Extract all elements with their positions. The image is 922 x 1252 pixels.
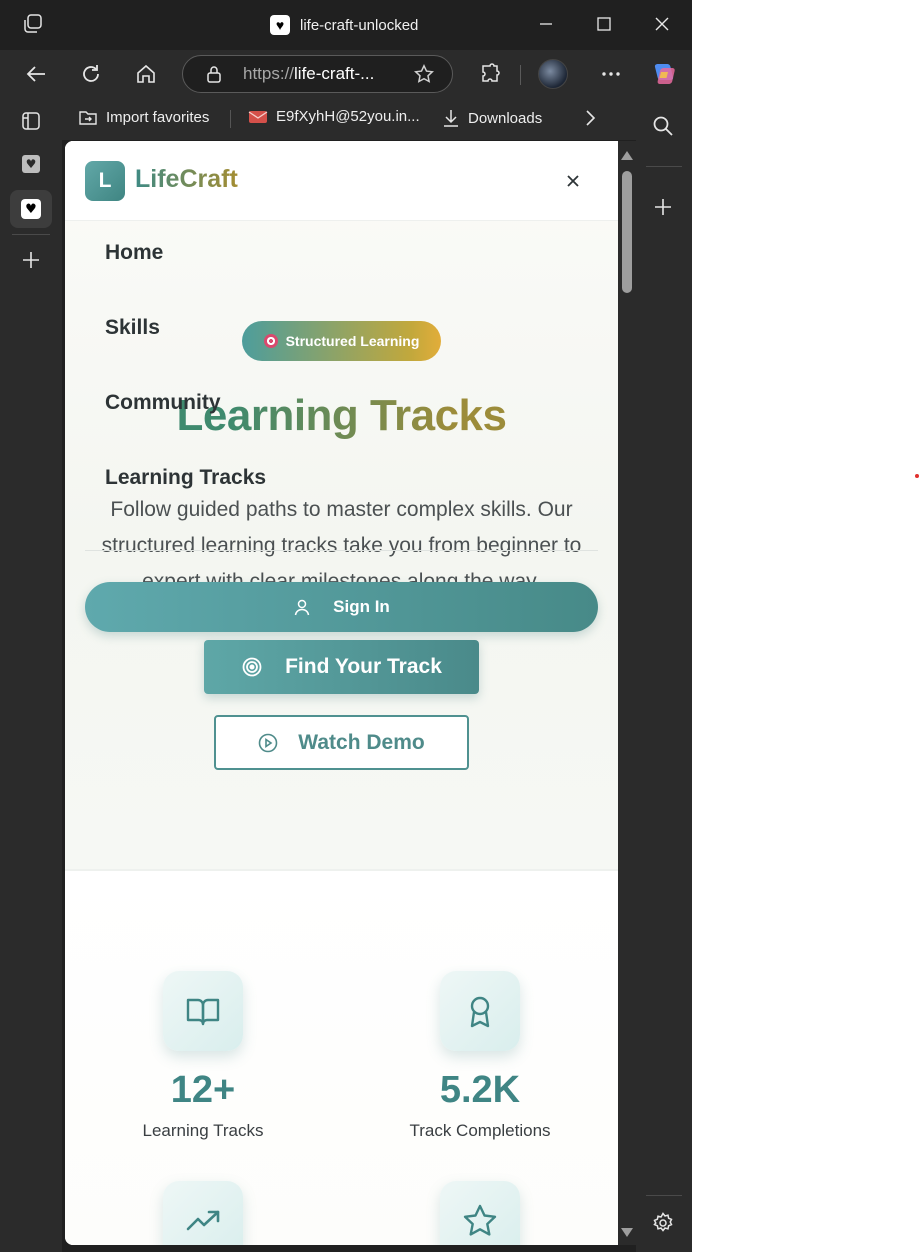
mobile-nav-menu: Home Skills Community Learning Tracks — [65, 221, 618, 551]
import-icon — [79, 111, 97, 125]
favorites-bar: Import favorites E9fXyhH@52you.in... Dow… — [62, 98, 636, 140]
close-menu-icon[interactable] — [561, 169, 585, 193]
tab-actions-icon[interactable] — [10, 103, 52, 139]
stats-section: 12+ Learning Tracks 5.2K Track Completio… — [65, 871, 618, 1245]
find-your-track-label: Find Your Track — [285, 655, 442, 678]
logo-text[interactable]: LifeCraft — [135, 165, 238, 194]
nav-item-home[interactable]: Home — [105, 241, 163, 265]
favorite-label: E9fXyhH@52you.in... — [276, 108, 420, 125]
copilot-icon[interactable] — [650, 60, 678, 88]
rail-divider — [646, 1195, 682, 1196]
extensions-icon[interactable] — [478, 62, 502, 86]
page-viewport: Structured Learning Learning Tracks Foll… — [65, 141, 618, 1245]
find-your-track-button[interactable]: Find Your Track — [204, 640, 479, 694]
download-icon — [444, 110, 458, 127]
watch-demo-button[interactable]: Watch Demo — [214, 715, 469, 770]
nav-divider — [85, 550, 598, 551]
watch-demo-label: Watch Demo — [298, 730, 425, 754]
favorite-email[interactable]: E9fXyhH@52you.in... — [248, 108, 420, 125]
favorite-label: Downloads — [468, 109, 543, 127]
active-tab-heart-icon[interactable]: ♥ — [10, 190, 52, 228]
favorite-downloads[interactable]: Downloads — [442, 108, 542, 128]
nav-item-community[interactable]: Community — [105, 391, 221, 415]
more-menu-icon[interactable] — [599, 62, 623, 86]
site-header: L LifeCraft — [65, 141, 618, 221]
target-icon — [242, 657, 262, 677]
chevron-right-icon[interactable] — [584, 109, 596, 131]
stat-label: Track Completions — [409, 1121, 551, 1140]
home-icon[interactable] — [134, 62, 158, 86]
back-icon[interactable] — [24, 62, 48, 86]
minimize-icon[interactable] — [534, 12, 558, 36]
vertical-tabs-rail: ♥ ♥ — [0, 98, 62, 1252]
nav-item-skills[interactable]: Skills — [105, 316, 160, 340]
window-title: ♥ life-craft-unlocked — [270, 14, 418, 36]
rail-divider — [12, 234, 50, 235]
toolbar-divider — [520, 65, 521, 85]
sign-in-button[interactable]: Sign In — [85, 582, 598, 632]
stat-value: 5.2K — [439, 1069, 521, 1111]
award-icon — [440, 971, 520, 1051]
close-window-icon[interactable] — [650, 12, 674, 36]
site-favicon-icon: ♥ — [270, 15, 290, 35]
profile-avatar[interactable] — [538, 59, 568, 89]
nav-item-learning-tracks[interactable]: Learning Tracks — [105, 466, 266, 490]
mail-icon — [248, 110, 268, 123]
search-icon[interactable] — [651, 114, 675, 142]
maximize-icon[interactable] — [592, 12, 616, 36]
page-scrollbar[interactable] — [618, 141, 636, 1245]
lock-icon[interactable] — [205, 65, 223, 87]
stat-label: Learning Tracks — [142, 1121, 264, 1140]
stat-value: 12+ — [170, 1069, 236, 1111]
address-bar[interactable]: https://life-craft-... — [182, 55, 453, 93]
sidebar-rail — [636, 98, 692, 1252]
star-icon — [440, 1181, 520, 1245]
trending-up-icon — [163, 1181, 243, 1245]
rail-divider — [646, 166, 682, 167]
refresh-icon[interactable] — [79, 62, 103, 86]
play-circle-icon — [258, 733, 278, 752]
add-sidebar-app-icon[interactable] — [654, 198, 672, 220]
stray-red-dot — [915, 474, 919, 478]
logo-mark[interactable]: L — [85, 161, 125, 201]
favorite-label: Import favorites — [106, 108, 210, 126]
scroll-down-arrow-icon[interactable] — [621, 1228, 633, 1237]
book-open-icon — [163, 971, 243, 1051]
new-tab-icon[interactable] — [10, 242, 52, 278]
sign-in-label: Sign In — [333, 597, 390, 616]
tab-favicon-heart-icon[interactable]: ♥ — [10, 146, 52, 182]
user-icon — [294, 599, 310, 616]
window-title-text: life-craft-unlocked — [300, 16, 419, 34]
settings-gear-icon[interactable] — [652, 1212, 674, 1238]
title-bar: ♥ life-craft-unlocked — [0, 0, 692, 50]
hero-section: Structured Learning Learning Tracks Foll… — [65, 141, 618, 871]
favorite-star-icon[interactable] — [414, 64, 434, 88]
scroll-up-arrow-icon[interactable] — [621, 151, 633, 160]
url-text[interactable]: https://life-craft-... — [243, 64, 374, 84]
favorite-import[interactable]: Import favorites — [78, 108, 209, 126]
browser-toolbar: https://life-craft-... — [0, 50, 692, 98]
scrollbar-thumb[interactable] — [622, 171, 632, 293]
browser-window: ♥ life-craft-unlocked https://life-craft… — [0, 0, 692, 1252]
workspaces-icon[interactable] — [22, 13, 44, 35]
favorites-divider — [230, 110, 231, 128]
